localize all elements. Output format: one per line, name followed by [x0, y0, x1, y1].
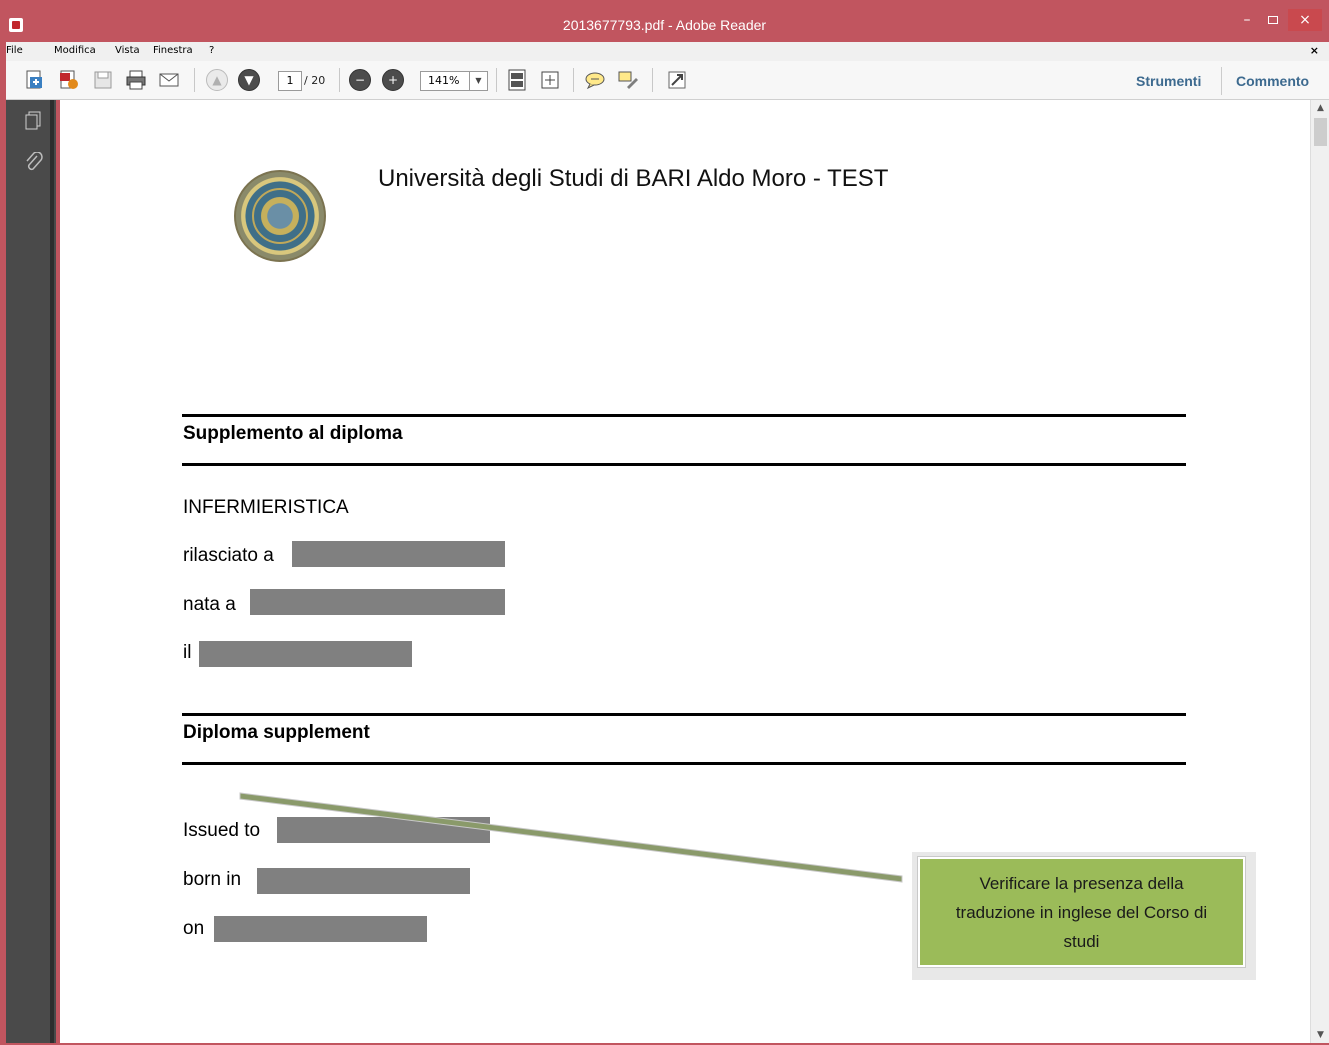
zoom-select[interactable]: 141% ▼ [420, 71, 488, 91]
next-page-icon[interactable]: ▼ [236, 67, 262, 93]
toolbar: ▲ ▼ 1 / 20 − + 141% ▼ Strumenti Commento [6, 61, 1329, 100]
annotation-callout[interactable]: Verificare la presenza della traduzione … [917, 856, 1246, 968]
document-view[interactable]: Università degli Studi di BARI Aldo Moro… [60, 100, 1310, 1043]
toolbar-separator [339, 68, 340, 92]
create-pdf-icon[interactable] [22, 67, 48, 93]
menu-modifica[interactable]: Modifica [54, 45, 96, 56]
save-icon[interactable] [90, 67, 116, 93]
toolbar-separator [496, 68, 497, 92]
annotation-text-line1: Verificare la presenza della [979, 874, 1184, 893]
menu-bar: File Modifica Vista Finestra ? × [6, 42, 1329, 61]
export-icon[interactable] [56, 67, 82, 93]
tools-button[interactable]: Strumenti [1136, 73, 1201, 89]
highlight-icon[interactable] [615, 67, 641, 93]
close-document-button[interactable]: × [1310, 44, 1319, 57]
toolbar-separator [573, 68, 574, 92]
menu-finestra[interactable]: Finestra [153, 45, 193, 56]
page-number-input[interactable]: 1 [278, 71, 302, 91]
scroll-up-icon[interactable]: ▲ [1311, 100, 1329, 116]
email-icon[interactable] [156, 67, 182, 93]
chevron-down-icon[interactable]: ▼ [469, 72, 487, 90]
comment-icon[interactable] [582, 67, 608, 93]
menu-file[interactable]: File [6, 45, 23, 56]
attachments-icon[interactable] [22, 151, 44, 174]
toolbar-separator [652, 68, 653, 92]
navigation-pane [6, 100, 56, 1043]
pages-icon[interactable] [22, 110, 44, 132]
menu-vista[interactable]: Vista [115, 45, 140, 56]
annotation-text-line2: traduzione in inglese del Corso di [955, 903, 1208, 922]
close-button[interactable]: × [1288, 9, 1322, 31]
comment-button[interactable]: Commento [1236, 73, 1309, 89]
pane-divider[interactable] [50, 100, 54, 1043]
fullscreen-icon[interactable] [664, 67, 690, 93]
window-title: 2013677793.pdf - Adobe Reader [562, 17, 767, 33]
zoom-out-icon[interactable]: − [347, 67, 373, 93]
toolbar-separator [194, 68, 195, 92]
page-total: / 20 [304, 74, 326, 87]
print-icon[interactable] [123, 67, 149, 93]
zoom-in-icon[interactable]: + [380, 67, 406, 93]
scroll-down-icon[interactable]: ▼ [1311, 1027, 1329, 1043]
fit-page-icon[interactable] [504, 67, 530, 93]
scroll-thumb[interactable] [1314, 118, 1327, 146]
prev-page-icon[interactable]: ▲ [204, 67, 230, 93]
vertical-scrollbar[interactable]: ▲ ▼ [1310, 100, 1329, 1043]
zoom-value: 141% [428, 74, 460, 87]
maximize-icon [1268, 16, 1278, 24]
annotation-text-line3: studi [1063, 932, 1100, 951]
menu-help[interactable]: ? [209, 45, 214, 56]
fit-width-icon[interactable] [537, 67, 563, 93]
minimize-button[interactable]: – [1234, 9, 1260, 31]
title-bar: 2013677793.pdf - Adobe Reader – × [0, 0, 1329, 42]
maximize-button[interactable] [1260, 9, 1286, 31]
toolbar-separator [1221, 67, 1222, 95]
